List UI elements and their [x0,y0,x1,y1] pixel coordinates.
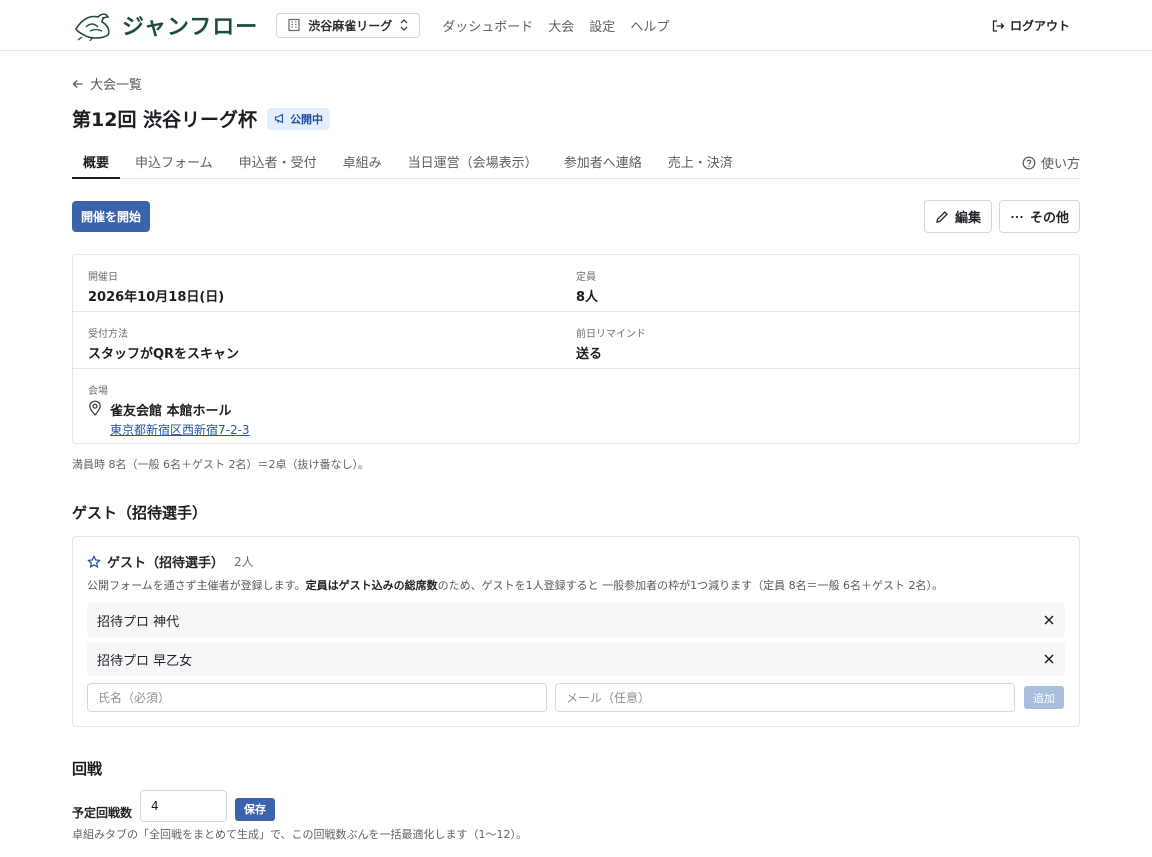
title-row: 第12回 渋谷リーグ杯 公開中 [72,105,1080,132]
back-link[interactable]: 大会一覧 [72,75,1080,93]
rounds-input[interactable] [140,790,228,822]
list-item: 招待プロ 早乙女 [87,642,1065,676]
add-guest-button[interactable]: 追加 [1024,686,1064,709]
checkin-label: 受付方法 [88,329,128,340]
map-pin-icon [89,400,101,416]
venue-text: 雀友会館 本館ホール 東京都新宿区西新宿7-2-3 [110,400,250,438]
tab-table-assignment[interactable]: 卓組み [332,144,393,179]
edit-label: 編集 [954,211,981,226]
guest-name: 招待プロ 早乙女 [97,653,193,669]
capacity-note: 満員時 8名（一般 6名＋ゲスト 2名）＝2卓（抜け番なし）。 [72,458,369,471]
info-checkin: 受付方法 スタッフがQRをスキャン [88,325,576,368]
organization-select[interactable]: 渋谷麻雀リーグ [276,12,421,38]
guests-card-title: ゲスト（招待選手） [107,556,225,571]
top-header: ジャンフロー 渋谷麻雀リーグ ダッシュボード 大会 設定 ヘルプ ログアウト [0,0,1152,51]
nav-help[interactable]: ヘルプ [630,16,669,35]
close-icon[interactable] [1043,653,1055,665]
star-icon [87,555,101,568]
organization-name: 渋谷麻雀リーグ [308,18,393,33]
tab-bar: 概要 申込フォーム 申込者・受付 卓組み 当日運営（会場表示） 参加者へ連絡 売… [72,144,1080,179]
start-event-button[interactable]: 開催を開始 [72,201,151,232]
tab-sales[interactable]: 売上・決済 [657,144,744,179]
edit-button[interactable]: 編集 [923,200,992,233]
guests-description: 公開フォームを通さず主催者が登録します。定員はゲスト込みの総席数のため、ゲストを… [87,577,1065,593]
guest-list: 招待プロ 神代 招待プロ 早乙女 [87,603,1065,676]
logout-button[interactable]: ログアウト [991,17,1070,34]
info-row: 受付方法 スタッフがQRをスキャン 前日リマインド 送る [73,312,1079,369]
info-remind: 前日リマインド 送る [576,325,1064,368]
save-rounds-button[interactable]: 保存 [235,797,276,821]
main-content: 大会一覧 第12回 渋谷リーグ杯 公開中 概要 申込フォーム 申込者・受付 卓組… [0,75,1152,842]
rounds-label: 予定回戦数 [72,805,133,820]
logout-label: ログアウト [1009,19,1070,33]
brand[interactable]: ジャンフロー [72,9,258,41]
add-guest-row: 追加 [87,683,1065,712]
info-venue: 会場 雀友会館 本館ホール 東京都新宿区西新宿7-2-3 [88,382,591,443]
help-label: 使い方 [1040,157,1080,172]
date-label: 開催日 [88,272,118,283]
venue-address-link[interactable]: 東京都新宿区西新宿7-2-3 [110,421,250,438]
rounds-row: 予定回戦数 保存 [72,790,1080,822]
guests-card-header: ゲスト（招待選手） 2人 [87,552,1065,571]
nav-dashboard[interactable]: ダッシュボード [442,16,533,35]
pencil-icon [936,210,948,223]
info-date: 開催日 2026年10月18日(日) [88,268,576,311]
ellipsis-icon [1011,215,1023,218]
info-row: 開催日 2026年10月18日(日) 定員 8人 [73,255,1079,312]
date-value: 2026年10月18日(日) [88,290,225,305]
brand-name: ジャンフロー [122,15,259,40]
venue-name: 雀友会館 本館ホール [110,404,232,419]
page-title: 第12回 渋谷リーグ杯 [72,109,258,131]
action-row: 開催を開始 編集 その他 [72,200,1080,233]
tab-applicants[interactable]: 申込者・受付 [228,144,328,179]
guest-name: 招待プロ 神代 [97,614,180,630]
rounds-section-title: 回戦 [72,760,103,778]
guests-card: ゲスト（招待選手） 2人 公開フォームを通さず主催者が登録します。定員はゲスト込… [72,536,1080,727]
question-circle-icon [1022,156,1036,169]
guest-count: 2人 [234,555,254,569]
more-button[interactable]: その他 [998,200,1080,233]
nav-tournaments[interactable]: 大会 [548,16,574,35]
nav-settings[interactable]: 設定 [589,16,615,35]
remind-label: 前日リマインド [576,329,646,340]
guest-name-input[interactable] [87,683,547,712]
status-label: 公開中 [290,112,324,126]
event-info-card: 開催日 2026年10月18日(日) 定員 8人 受付方法 スタッフがQRをスキ… [72,254,1080,444]
megaphone-icon [275,113,284,124]
tab-application-form[interactable]: 申込フォーム [124,144,224,179]
tab-contact[interactable]: 参加者へ連絡 [553,144,653,179]
status-badge: 公開中 [267,107,331,130]
back-link-label: 大会一覧 [90,78,143,93]
chevron-up-down-icon [400,19,408,31]
close-icon[interactable] [1043,614,1055,626]
capacity-value: 8人 [576,290,599,305]
arrow-left-icon [72,79,83,88]
action-buttons: 編集 その他 [923,200,1080,233]
guests-desc-pre: 公開フォームを通さず主催者が登録します。 [87,579,306,592]
building-icon [288,18,300,32]
capacity-label: 定員 [576,272,596,283]
guest-email-input[interactable] [555,683,1015,712]
rounds-note: 卓組みタブの「全回戦をまとめて生成」で、この回戦数ぶんを一括最適化します（1〜1… [72,828,528,841]
list-item: 招待プロ 神代 [87,603,1065,637]
logout-icon [992,19,1005,32]
venue-block: 雀友会館 本館ホール 東京都新宿区西新宿7-2-3 [88,400,591,438]
guests-section-title: ゲスト（招待選手） [72,504,208,522]
guests-desc-bold: 定員はゲスト込みの総席数 [305,579,438,592]
bird-logo-icon [75,13,110,41]
help-link[interactable]: 使い方 [1022,153,1080,172]
venue-label: 会場 [88,386,108,397]
tab-event-day[interactable]: 当日運営（会場表示） [397,144,549,179]
more-label: その他 [1029,211,1069,226]
guests-desc-post: のため、ゲストを1人登録すると 一般参加者の枠が1つ減ります（定員 8名＝一般 … [437,579,944,592]
main-nav: ダッシュボード 大会 設定 ヘルプ [442,16,669,35]
tab-overview[interactable]: 概要 [72,144,121,179]
remind-value: 送る [576,347,603,362]
checkin-value: スタッフがQRをスキャン [88,347,240,362]
info-row: 会場 雀友会館 本館ホール 東京都新宿区西新宿7-2-3 [73,369,1079,443]
info-capacity: 定員 8人 [576,268,1064,311]
